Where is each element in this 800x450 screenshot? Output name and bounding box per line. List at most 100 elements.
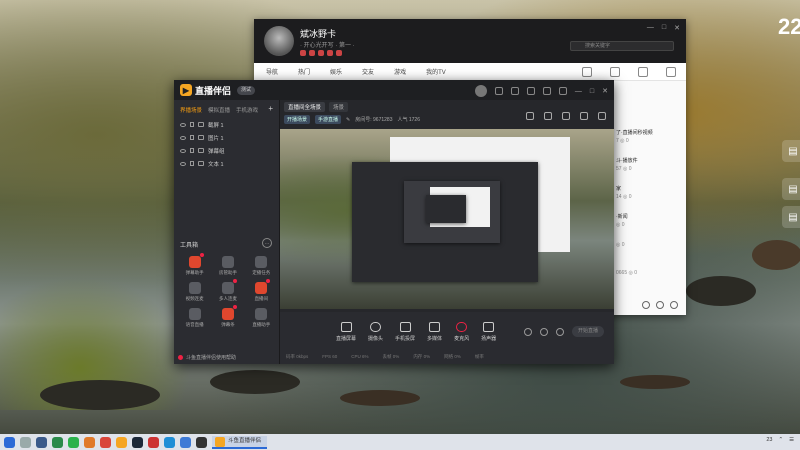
close-icon[interactable]: ✕ (674, 24, 680, 32)
upload-icon[interactable] (666, 67, 676, 77)
minimize-icon[interactable]: — (575, 88, 582, 95)
tool-item[interactable]: 语音直播 (178, 308, 211, 328)
eye-icon[interactable] (180, 122, 186, 127)
tool-item[interactable]: 弹幕助手 (178, 253, 211, 276)
tool-item[interactable]: 弹幕条 (211, 305, 244, 328)
nav-item[interactable]: 娱乐 (330, 67, 342, 76)
gift-icon[interactable] (510, 87, 519, 95)
nav-item[interactable]: 导航 (266, 67, 278, 76)
phone-cast-button[interactable]: 手机投屏 (395, 322, 415, 342)
settings-icon[interactable] (556, 327, 564, 336)
tool-item[interactable]: 定播任务 (245, 256, 278, 276)
edge-icon[interactable] (164, 436, 175, 448)
more-icon[interactable]: … (262, 238, 272, 248)
game-icon[interactable] (148, 436, 159, 448)
settings-icon[interactable] (656, 301, 664, 309)
scene-tab[interactable]: 直播间全场景 (284, 101, 326, 112)
edit-icon[interactable]: ✎ (346, 117, 350, 123)
source-item[interactable]: 图片 1 (174, 131, 279, 144)
search-icon[interactable] (20, 436, 31, 448)
wechat-icon[interactable] (68, 436, 79, 448)
search-input[interactable]: 搜索关键字 (570, 41, 674, 51)
start-icon[interactable] (4, 436, 15, 448)
source-item[interactable]: 弹幕组 (174, 144, 279, 157)
steam-icon[interactable] (132, 436, 143, 448)
tab-simulate[interactable]: 模拟直播 (208, 106, 230, 114)
tab-scene[interactable]: 界播场景 (180, 106, 202, 114)
lock-icon[interactable] (190, 122, 194, 127)
record-icon[interactable] (524, 327, 532, 336)
close-icon[interactable]: ✕ (602, 87, 608, 95)
nav-item[interactable]: 交友 (362, 67, 374, 76)
media-player-icon[interactable] (196, 436, 207, 448)
eye-icon[interactable] (180, 148, 186, 153)
add-source-button[interactable]: + (268, 105, 273, 114)
lock-icon[interactable] (190, 135, 194, 140)
list-item[interactable]: ◎ 0 (616, 241, 680, 269)
help-notice[interactable]: 斗鱼直播伴侣使用帮助 (178, 354, 236, 361)
avatar[interactable] (474, 85, 487, 97)
stream-preview[interactable] (280, 129, 614, 309)
clock-icon[interactable] (540, 327, 548, 336)
tab-mobile-game[interactable]: 手机游戏 (236, 106, 258, 114)
chevron-up-icon[interactable]: ⌃ (778, 437, 783, 443)
list-item[interactable]: 家 14 ◎ 0 (616, 185, 680, 213)
nav-item[interactable]: 我的TV (426, 67, 446, 76)
taskbar-active-app[interactable]: 斗鱼直播伴侣 (212, 435, 268, 449)
browser-icon[interactable] (84, 436, 95, 448)
camera-button[interactable]: 摄像头 (368, 322, 383, 342)
avatar[interactable] (264, 26, 294, 56)
list-item[interactable]: ·新闻 ◎ 0 (616, 213, 680, 241)
lock-icon[interactable] (190, 161, 194, 166)
tool-item[interactable]: 视频连麦 (178, 282, 211, 302)
start-live-button[interactable]: 开始直播 (572, 326, 604, 337)
game-tag[interactable]: 手游直播 (315, 115, 342, 124)
minimize-icon[interactable]: — (647, 24, 654, 32)
message-icon[interactable] (494, 87, 503, 95)
lock-icon[interactable] (190, 148, 194, 153)
desktop-shortcut-icon[interactable]: ▤ (782, 206, 800, 228)
desktop-shortcut-icon[interactable]: ▤ (782, 140, 800, 162)
desktop-shortcut-icon[interactable]: ▤ (782, 178, 800, 200)
nav-item[interactable]: 热门 (298, 67, 310, 76)
source-item[interactable]: 文本 1 (174, 157, 279, 170)
tool-item[interactable]: 直播间 (245, 279, 278, 302)
eye-icon[interactable] (180, 161, 186, 166)
home-icon[interactable] (582, 67, 592, 77)
share-icon[interactable] (598, 112, 606, 120)
notification-icon[interactable]: ☰ (789, 437, 794, 443)
layout-icon[interactable] (526, 112, 534, 120)
skin-icon[interactable] (526, 87, 535, 95)
chat-icon[interactable] (52, 436, 63, 448)
lock-icon[interactable] (544, 112, 552, 120)
bell-icon[interactable] (580, 112, 588, 120)
task-view-icon[interactable] (36, 436, 47, 448)
video-icon[interactable] (642, 301, 650, 309)
category-tag[interactable]: 开播场景 (284, 115, 311, 124)
tool-item[interactable]: 直播助手 (245, 308, 278, 328)
media-button[interactable]: 多媒体 (427, 322, 442, 342)
history-icon[interactable] (638, 67, 648, 77)
feedback-icon[interactable] (542, 87, 551, 95)
eye-icon[interactable] (180, 135, 186, 140)
list-item[interactable]: 了·直播间秒视频 7 ◎ 0 (616, 129, 680, 157)
tool-item[interactable]: 多人连麦 (211, 279, 244, 302)
scene-tab[interactable]: 场景 (329, 101, 349, 112)
list-item[interactable]: 0665 ◎ 0 (616, 269, 680, 297)
menu-icon[interactable] (558, 87, 567, 95)
chrome-icon[interactable] (100, 436, 111, 448)
list-item[interactable]: 斗·播放件 57 ◎ 0 (616, 157, 680, 185)
maximize-icon[interactable]: □ (590, 88, 594, 95)
copy-icon[interactable] (562, 112, 570, 120)
tool-item[interactable]: 房管助手 (211, 256, 244, 276)
app-icon[interactable] (180, 436, 191, 448)
search-icon[interactable] (670, 301, 678, 309)
screen-capture-button[interactable]: 直播屏幕 (336, 322, 356, 342)
microphone-button[interactable]: 麦克风 (454, 322, 469, 342)
user-icon[interactable] (610, 67, 620, 77)
speaker-button[interactable]: 扬声器 (481, 322, 496, 342)
maximize-icon[interactable]: □ (662, 24, 666, 32)
douyu-icon[interactable] (116, 436, 127, 448)
source-item[interactable]: 截屏 1 (174, 118, 279, 131)
nav-item[interactable]: 游戏 (394, 67, 406, 76)
